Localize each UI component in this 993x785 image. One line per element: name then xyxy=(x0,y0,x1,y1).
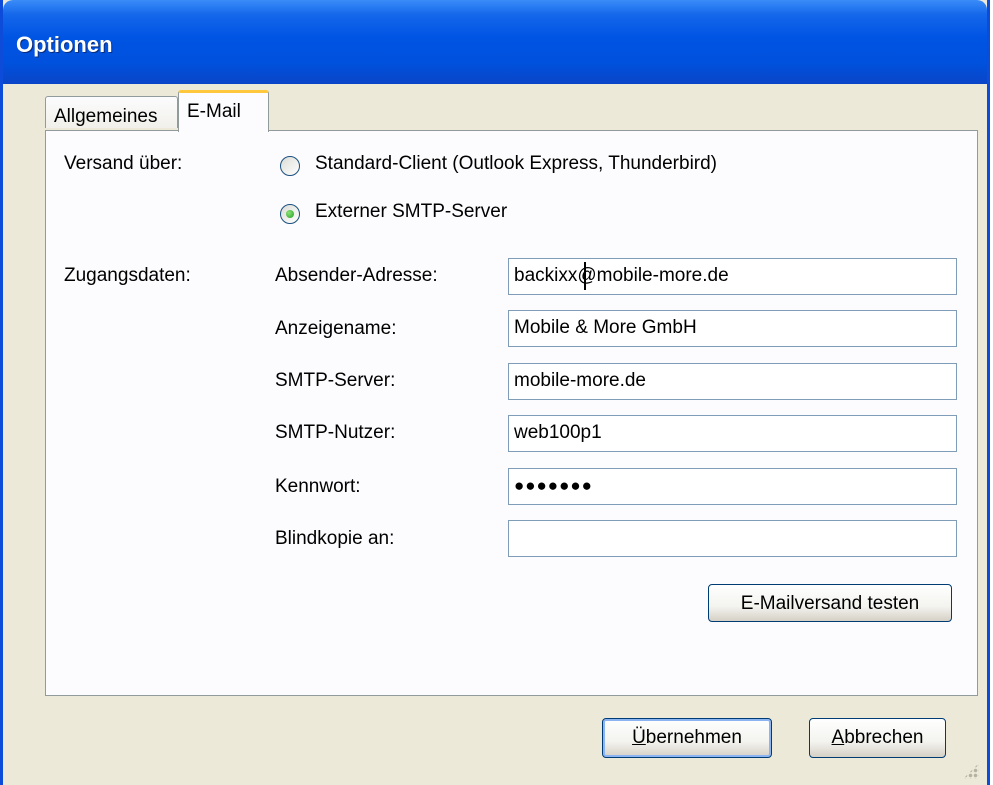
tab-allgemeines[interactable]: Allgemeines xyxy=(45,96,178,128)
smtp-user-label: SMTP-Nutzer: xyxy=(275,422,396,443)
zugangsdaten-label: Zugangsdaten: xyxy=(64,265,191,286)
smtp-server-input[interactable]: mobile-more.de xyxy=(508,363,957,400)
sender-address-input[interactable]: backixx@mobile-more.de xyxy=(508,258,957,295)
tab-email[interactable]: E-Mail xyxy=(178,90,269,132)
radio-external-smtp[interactable] xyxy=(280,204,300,224)
display-name-label: Anzeigename: xyxy=(275,318,397,339)
radio-external-smtp-label[interactable]: Externer SMTP-Server xyxy=(315,201,507,223)
title-bar[interactable]: Optionen xyxy=(3,0,987,84)
password-label: Kennwort: xyxy=(275,476,361,497)
versand-label: Versand über: xyxy=(64,153,183,174)
resize-grip-icon[interactable] xyxy=(963,763,979,779)
apply-button[interactable]: Übernehmen xyxy=(602,718,772,758)
options-dialog: Optionen Allgemeines E-Mail Versand über… xyxy=(0,0,990,785)
smtp-user-input[interactable]: web100p1 xyxy=(508,415,957,452)
cancel-button[interactable]: Abbrechen xyxy=(809,718,946,758)
bcc-input[interactable] xyxy=(508,520,957,557)
dialog-title: Optionen xyxy=(16,32,113,57)
radio-standard-client[interactable] xyxy=(280,156,300,176)
text-cursor xyxy=(584,262,586,290)
bcc-label: Blindkopie an: xyxy=(275,528,395,549)
password-input[interactable]: ●●●●●●● xyxy=(508,468,957,505)
cancel-button-accesskey: A xyxy=(831,727,845,748)
cancel-button-label: bbrechen xyxy=(844,727,924,748)
display-name-input[interactable]: Mobile & More GmbH xyxy=(508,310,957,347)
sender-address-label: Absender-Adresse: xyxy=(275,265,438,286)
apply-button-accesskey: Ü xyxy=(632,727,646,748)
apply-button-label: bernehmen xyxy=(645,727,742,748)
radio-selected-dot xyxy=(286,210,294,218)
test-email-button[interactable]: E-Mailversand testen xyxy=(708,584,952,622)
radio-standard-client-label[interactable]: Standard-Client (Outlook Express, Thunde… xyxy=(315,153,717,175)
smtp-server-label: SMTP-Server: xyxy=(275,370,396,391)
